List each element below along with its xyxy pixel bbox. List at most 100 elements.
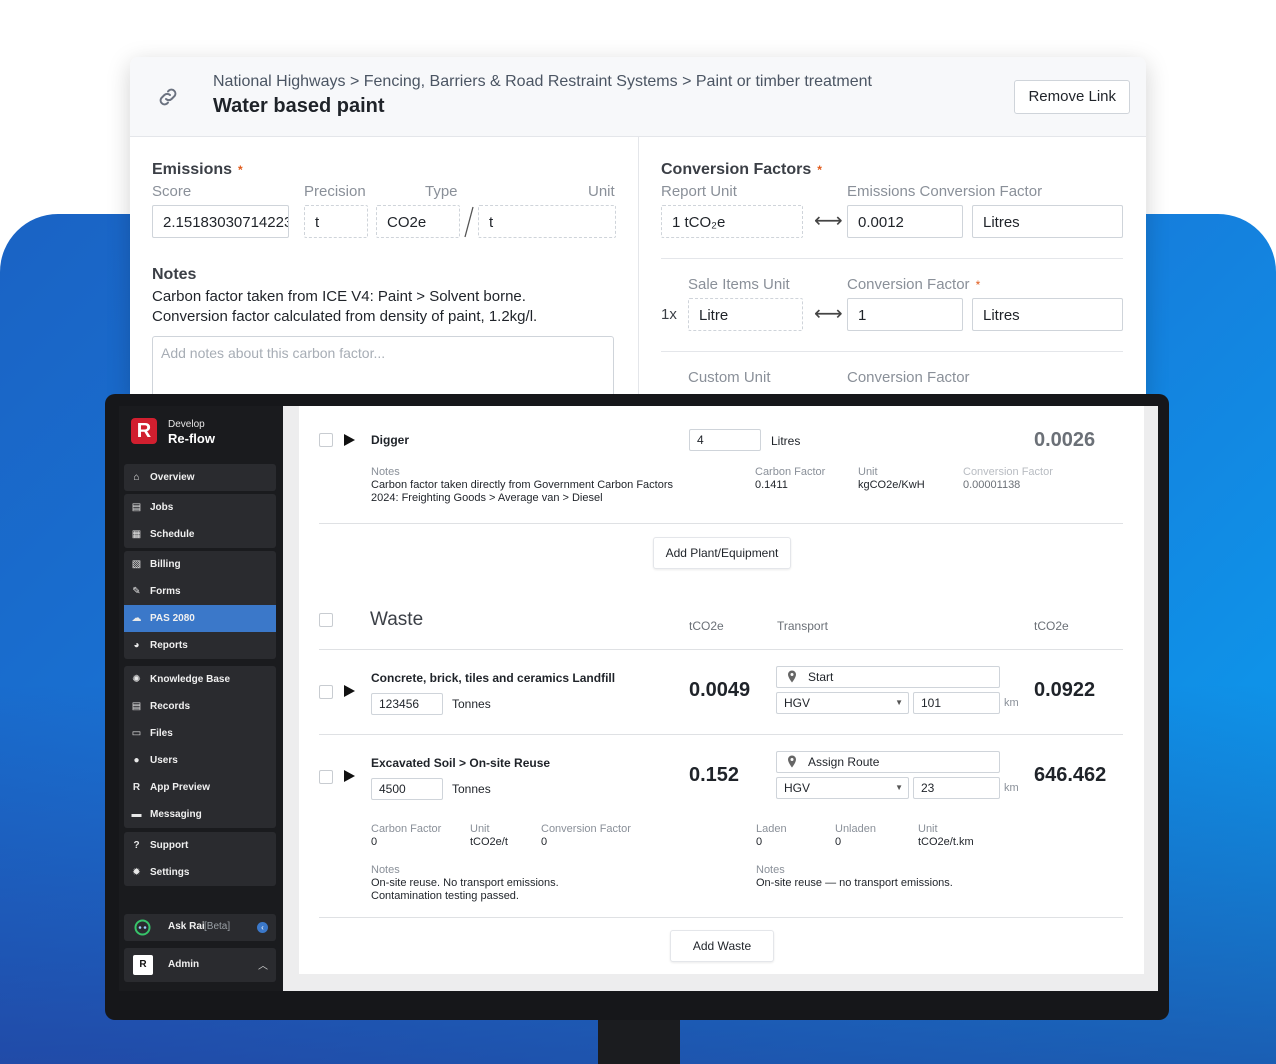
sidebar-item-pas-2080[interactable]: ☁ PAS 2080 xyxy=(124,605,276,632)
sidebar-item-users[interactable]: ● Users xyxy=(124,747,276,774)
admin-menu[interactable]: R Admin ︿ xyxy=(124,948,276,982)
score-input[interactable]: 2.15183030714223 xyxy=(152,205,289,238)
notes-textarea[interactable]: Add notes about this carbon factor... xyxy=(152,336,614,402)
main-content: Digger 4 Litres 0.0026 Notes Carbon fact… xyxy=(299,406,1144,974)
breadcrumb[interactable]: National Highways > Fencing, Barriers & … xyxy=(213,73,872,91)
distance-input[interactable]: 101 xyxy=(913,692,1000,714)
waste-tco2e: 0.0049 xyxy=(689,679,751,701)
vehicle-select-value: HGV xyxy=(784,696,811,710)
row-checkbox[interactable] xyxy=(319,685,333,699)
sidebar-item-schedule[interactable]: ▦ Schedule xyxy=(124,521,276,548)
jobs-icon: ▤ xyxy=(131,502,142,513)
sidebar-item-forms[interactable]: ✎ Forms xyxy=(124,578,276,605)
vehicle-select[interactable]: HGV ▼ xyxy=(776,777,909,799)
plant-notes-line-1: Carbon factor taken directly from Govern… xyxy=(371,479,674,491)
required-mark: * xyxy=(975,278,981,292)
app-screen: R Develop Re-flow ⌂ Overview ▤ Jobs ▦ Sched… xyxy=(119,406,1158,991)
sidebar-item-reports[interactable]: ◕ Reports xyxy=(124,632,276,659)
collapse-chevron-icon[interactable]: ‹ xyxy=(257,922,268,933)
row-checkbox[interactable] xyxy=(319,433,333,447)
detail-unit-label: Unit xyxy=(470,823,490,835)
cf-unit-select[interactable]: Litres xyxy=(972,298,1123,331)
transport-notes-label: Notes xyxy=(756,864,785,876)
chevron-up-icon: ︿ xyxy=(258,961,268,972)
detail-notes-label: Notes xyxy=(371,864,400,876)
ecf-label: Emissions Conversion Factor xyxy=(847,183,1043,200)
detail-unit-value: tCO2e/t xyxy=(470,836,508,848)
transport-tco2e: 646.462 xyxy=(1034,764,1107,786)
add-plant-button[interactable]: Add Plant/Equipment xyxy=(653,537,791,569)
distance-input[interactable]: 23 xyxy=(913,777,1000,799)
sidebar-item-support[interactable]: ? Support xyxy=(124,832,276,859)
sidebar-item-label: Records xyxy=(150,701,191,712)
sidebar-item-label: Support xyxy=(150,840,189,851)
required-mark: * xyxy=(238,163,243,177)
brand-top: Develop xyxy=(168,419,205,430)
sidebar-item-app-preview[interactable]: R App Preview xyxy=(124,774,276,801)
add-waste-button[interactable]: Add Waste xyxy=(670,930,774,962)
vehicle-select[interactable]: HGV ▼ xyxy=(776,692,909,714)
unit-input[interactable]: t xyxy=(478,205,616,238)
nav-group-1: ⌂ Overview xyxy=(124,464,276,491)
ecf-input[interactable]: 0.0012 xyxy=(847,205,963,238)
admin-avatar: R xyxy=(133,955,153,975)
forms-icon: ✎ xyxy=(132,586,141,597)
waste-heading: Waste xyxy=(370,609,424,630)
multiplier: 1x xyxy=(661,306,677,323)
plant-notes-line-2: 2024: Freighting Goods > Average van > D… xyxy=(371,492,603,504)
remove-link-button[interactable]: Remove Link xyxy=(1014,80,1130,114)
chevron-down-icon: ▼ xyxy=(895,698,903,707)
app-preview-icon: R xyxy=(132,782,141,793)
sidebar-item-jobs[interactable]: ▤ Jobs xyxy=(124,494,276,521)
sidebar-item-label: Schedule xyxy=(150,529,195,540)
plant-total: 0.0026 xyxy=(1034,429,1096,451)
ask-rai-button[interactable]: Ask Rai [Beta] ‹ xyxy=(124,914,276,941)
sidebar-item-messaging[interactable]: ▬ Messaging xyxy=(124,801,276,828)
records-icon: ▤ xyxy=(131,701,142,712)
expand-caret-icon[interactable] xyxy=(344,434,355,446)
emissions-heading-text: Emissions xyxy=(152,161,233,178)
divider xyxy=(319,649,1123,650)
expand-caret-icon[interactable] xyxy=(344,770,355,782)
ecf-unit-select[interactable]: Litres xyxy=(972,205,1123,238)
plant-conv-label: Conversion Factor xyxy=(963,466,1053,478)
sidebar-item-label: Forms xyxy=(150,586,181,597)
ai-assistant-icon xyxy=(134,919,151,936)
row-checkbox[interactable] xyxy=(319,770,333,784)
route-input[interactable]: Start xyxy=(776,666,1000,688)
expand-caret-icon[interactable] xyxy=(344,685,355,697)
page-title: Water based paint xyxy=(213,95,385,117)
notes-line-2: Conversion factor calculated from densit… xyxy=(152,308,538,325)
report-unit-input[interactable]: 1 tCO₂e xyxy=(661,205,803,238)
waste-qty-input[interactable]: 123456 xyxy=(371,693,443,715)
sidebar-item-settings[interactable]: ✹ Settings xyxy=(124,859,276,886)
waste-name: Excavated Soil > On-site Reuse xyxy=(371,756,551,770)
nav-group-5: ? Support ✹ Settings xyxy=(124,832,276,886)
sidebar-item-knowledge-base[interactable]: ✺ Knowledge Base xyxy=(124,666,276,693)
plant-qty-input[interactable]: 4 xyxy=(689,429,761,451)
sidebar-item-label: Overview xyxy=(150,472,195,483)
precision-label: Precision xyxy=(304,183,366,200)
sale-items-label: Sale Items Unit xyxy=(688,276,790,293)
cf-input[interactable]: 1 xyxy=(847,298,963,331)
report-unit-label: Report Unit xyxy=(661,183,737,200)
conversion-heading: Conversion Factors * xyxy=(661,161,822,179)
type-input[interactable]: CO2e xyxy=(376,205,460,238)
notes-line-1: Carbon factor taken from ICE V4: Paint >… xyxy=(152,288,526,305)
sidebar-item-billing[interactable]: ▧ Billing xyxy=(124,551,276,578)
transport-notes-line-1: On-site reuse — no transport emissions. xyxy=(756,877,953,889)
emissions-heading: Emissions * xyxy=(152,161,243,179)
select-all-waste-checkbox[interactable] xyxy=(319,613,333,627)
plant-name: Digger xyxy=(371,433,410,447)
route-input[interactable]: Assign Route xyxy=(776,751,1000,773)
nav-group-4: ✺ Knowledge Base ▤ Records ▭ Files ● Users R… xyxy=(124,666,276,828)
sidebar-item-overview[interactable]: ⌂ Overview xyxy=(124,464,276,491)
required-mark: * xyxy=(817,163,822,177)
plant-cf-value: 0.1411 xyxy=(755,479,788,491)
sale-unit-input[interactable]: Litre xyxy=(688,298,803,331)
waste-qty-input[interactable]: 4500 xyxy=(371,778,443,800)
precision-input[interactable]: t xyxy=(304,205,368,238)
sidebar-item-files[interactable]: ▭ Files xyxy=(124,720,276,747)
divider xyxy=(661,258,1123,259)
sidebar-item-records[interactable]: ▤ Records xyxy=(124,693,276,720)
